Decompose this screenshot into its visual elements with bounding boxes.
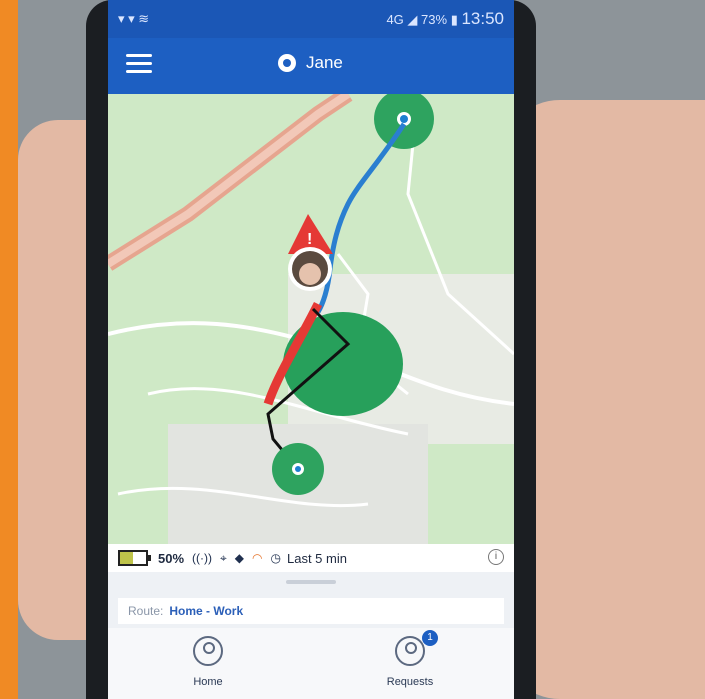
svg-text:!: ! <box>307 231 312 248</box>
map-view[interactable]: ! <box>108 87 514 546</box>
bottom-tab-bar: Home 1 Requests <box>108 628 514 699</box>
signal-bars-icon: ◢ <box>407 12 422 27</box>
clock: 13:50 <box>461 9 504 28</box>
route-row[interactable]: Route: Home - Work <box>118 598 504 624</box>
app-bar: Jane <box>108 38 514 94</box>
person-icon <box>193 636 223 666</box>
tab-home[interactable]: Home <box>158 636 258 690</box>
shield-icon: ◆ <box>234 551 245 565</box>
signal-icon: ((·)) <box>192 551 213 565</box>
map-canvas: ! <box>108 87 514 546</box>
person-request-icon <box>395 636 425 666</box>
tracked-person-title: Jane <box>278 53 343 73</box>
tracked-person-name: Jane <box>306 53 343 72</box>
work-zone-circle[interactable] <box>272 443 324 495</box>
battery-percent: 73% <box>421 12 448 27</box>
info-button[interactable]: i <box>488 549 504 565</box>
clock-icon: ◷ <box>270 551 281 565</box>
battery-level-fill <box>120 552 133 564</box>
battery-icon: ▮ <box>450 12 462 27</box>
gps-icon: ⌖ <box>220 550 227 565</box>
bottom-sheet: Route: Home - Work Home 1 Requests <box>108 572 514 699</box>
status-bar: ▾ ▾ ≋ 4G ◢ 73% ▮ 13:50 <box>108 0 514 38</box>
phone-screen: ▾ ▾ ≋ 4G ◢ 73% ▮ 13:50 Jane ! 50% ((·)) … <box>108 0 514 699</box>
tracking-info-bar: 50% ((·)) ⌖ ◆ ◠ ◷ Last 5 min i <box>108 544 514 572</box>
speed-gauge-icon: ◠ <box>252 551 263 565</box>
signal-icons: ▾ ▾ ≋ <box>118 11 150 26</box>
tab-home-label: Home <box>193 676 223 688</box>
time-window-label[interactable]: Last 5 min <box>287 551 347 566</box>
tab-requests[interactable]: 1 Requests <box>360 630 460 690</box>
battery-level-icon <box>118 550 151 566</box>
route-label: Route: <box>128 604 164 618</box>
menu-icon[interactable] <box>126 54 152 74</box>
eye-icon <box>278 54 296 72</box>
route-value: Home - Work <box>169 604 244 618</box>
person-avatar-marker[interactable] <box>288 247 332 291</box>
device-battery-percent: 50% <box>158 550 185 566</box>
status-right: 4G ◢ 73% ▮ 13:50 <box>386 9 504 29</box>
sheet-handle[interactable] <box>286 580 336 584</box>
network-indicator: 4G <box>386 12 404 27</box>
tab-requests-label: Requests <box>386 676 434 688</box>
requests-badge: 1 <box>422 630 438 646</box>
